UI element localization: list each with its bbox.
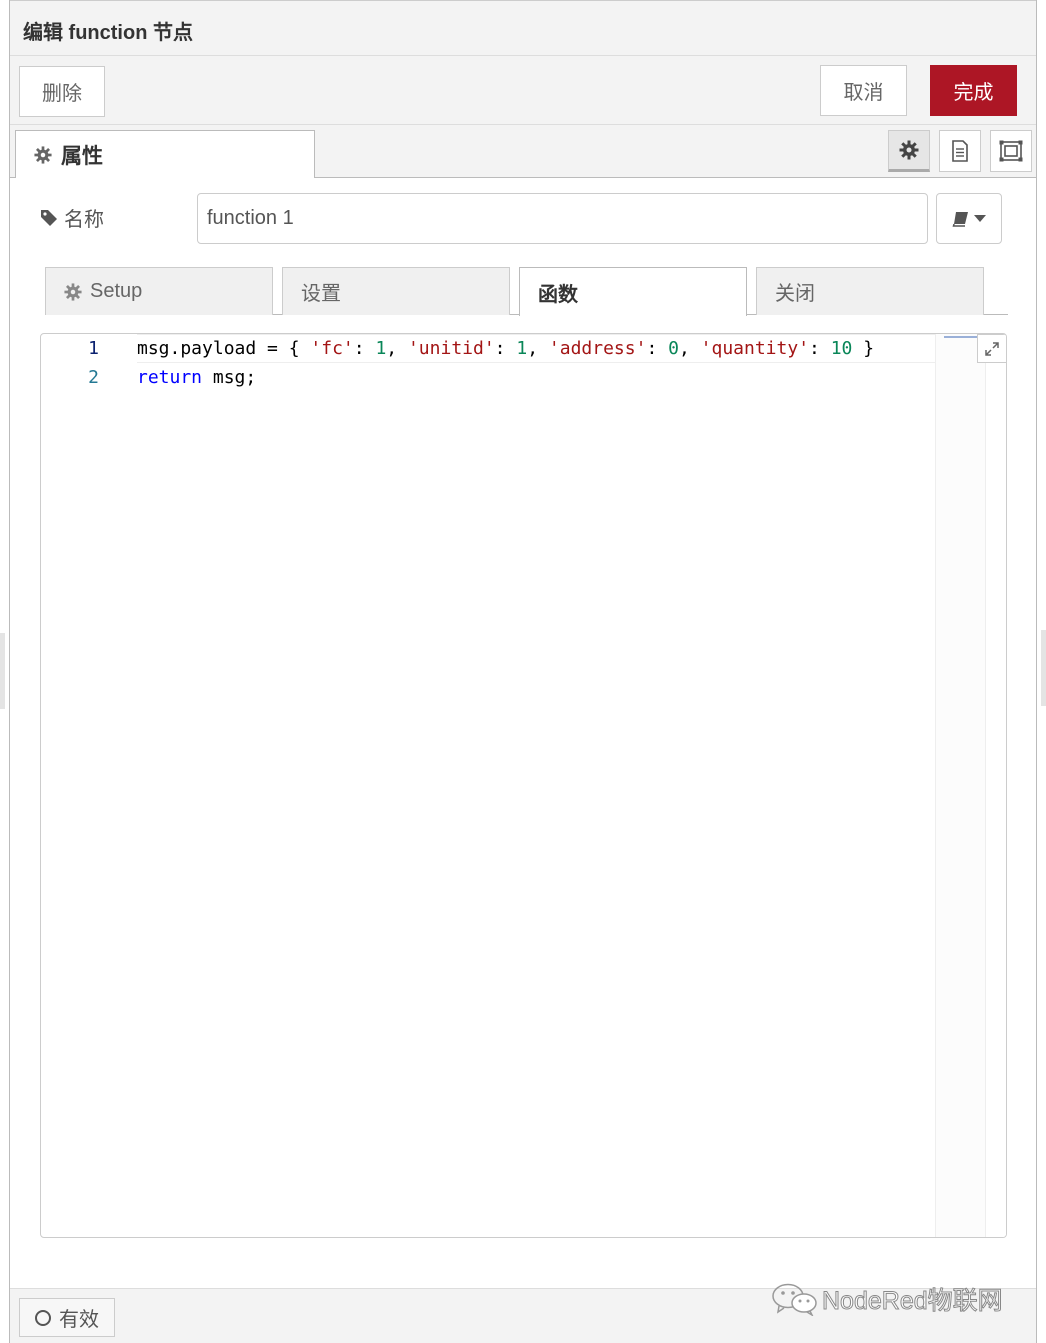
code-token: : <box>809 338 831 359</box>
line-number-gutter: 1 2 <box>41 334 111 1237</box>
page-title: 编辑 function 节点 <box>23 22 193 44</box>
library-button[interactable] <box>936 193 1002 244</box>
code-token: : <box>494 338 517 359</box>
code-token: return <box>137 367 203 388</box>
name-label-text: 名称 <box>64 209 104 231</box>
code-token: 1 <box>516 338 528 359</box>
description-tab-button[interactable] <box>939 130 981 172</box>
code-token: , <box>386 338 408 359</box>
code-token: 'address' <box>548 338 647 359</box>
tab-setup[interactable]: Setup <box>45 267 273 315</box>
code-line[interactable]: msg.payload = { 'fc': 1, 'unitid': 1, 'a… <box>137 338 874 359</box>
code-line[interactable]: return msg; <box>137 367 256 388</box>
gear-icon <box>899 140 919 160</box>
delete-button[interactable]: 删除 <box>19 66 105 117</box>
code-token: , <box>678 338 701 359</box>
tab-close-label: 关闭 <box>775 283 815 305</box>
code-token: 0 <box>668 338 679 359</box>
code-token: : <box>646 338 669 359</box>
code-token: 10 <box>830 338 853 359</box>
code-editor[interactable]: 1 2 msg.payload = { 'fc': 1, 'unitid': 1… <box>40 333 1007 1238</box>
line-number: 2 <box>88 367 99 388</box>
enable-toggle-button[interactable]: 有效 <box>19 1298 115 1337</box>
circle-icon <box>35 1309 51 1326</box>
code-token: } <box>852 338 875 359</box>
appearance-icon <box>999 140 1023 162</box>
tag-icon <box>41 209 57 226</box>
watermark-text: NodeRed物联网 <box>822 1287 1004 1316</box>
resize-handle-right[interactable] <box>1041 630 1046 706</box>
gear-icon <box>34 145 52 164</box>
code-token: 'quantity' <box>700 338 810 359</box>
vertical-scrollbar[interactable] <box>985 334 1006 1237</box>
tray-header: 编辑 function 节点 <box>10 0 1036 56</box>
code-token: 'fc' <box>310 338 354 359</box>
tab-start-label: 设置 <box>301 283 341 305</box>
line-number: 1 <box>88 338 99 359</box>
settings-tab-button[interactable] <box>888 130 930 172</box>
enable-label: 有效 <box>59 1309 99 1331</box>
tab-close[interactable]: 关闭 <box>756 267 984 315</box>
tray-tabbar: 属性 <box>10 125 1036 178</box>
wechat-icon <box>772 1283 817 1316</box>
description-icon <box>952 140 968 162</box>
cancel-button[interactable]: 取消 <box>820 65 907 116</box>
tab-start[interactable]: 设置 <box>282 267 510 315</box>
minimap-viewport <box>944 336 978 338</box>
function-subtabs: Setup 设置 函数 关闭 <box>45 266 1008 316</box>
tab-properties[interactable]: 属性 <box>15 130 315 178</box>
gear-icon <box>64 282 82 301</box>
code-token: : <box>353 338 376 359</box>
expand-icon <box>985 341 999 356</box>
done-button[interactable]: 完成 <box>930 65 1017 116</box>
code-token: msg; <box>202 367 257 388</box>
tab-function-label: 函数 <box>538 283 578 306</box>
resize-handle-left[interactable] <box>0 633 5 709</box>
tab-function[interactable]: 函数 <box>519 267 747 316</box>
watermark: NodeRed物联网 <box>770 1281 1003 1317</box>
tab-properties-label: 属性 <box>61 144 103 168</box>
code-token: 1 <box>375 338 387 359</box>
name-label: 名称 <box>40 203 180 232</box>
tray-toolbar: 删除 取消 完成 <box>10 56 1036 125</box>
code-token: , <box>527 338 549 359</box>
tab-setup-label: Setup <box>90 280 143 302</box>
edit-tray: 编辑 function 节点 删除 取消 完成 属性 名称 function 1… <box>9 0 1037 1343</box>
name-input[interactable] <box>197 193 928 244</box>
expand-editor-button[interactable] <box>977 334 1006 363</box>
code-token: msg.payload = { <box>137 338 311 359</box>
book-icon <box>952 211 968 227</box>
appearance-tab-button[interactable] <box>990 130 1032 172</box>
minimap[interactable] <box>935 334 986 1237</box>
code-token: 'unitid' <box>407 338 495 359</box>
caret-down-icon <box>974 214 986 222</box>
